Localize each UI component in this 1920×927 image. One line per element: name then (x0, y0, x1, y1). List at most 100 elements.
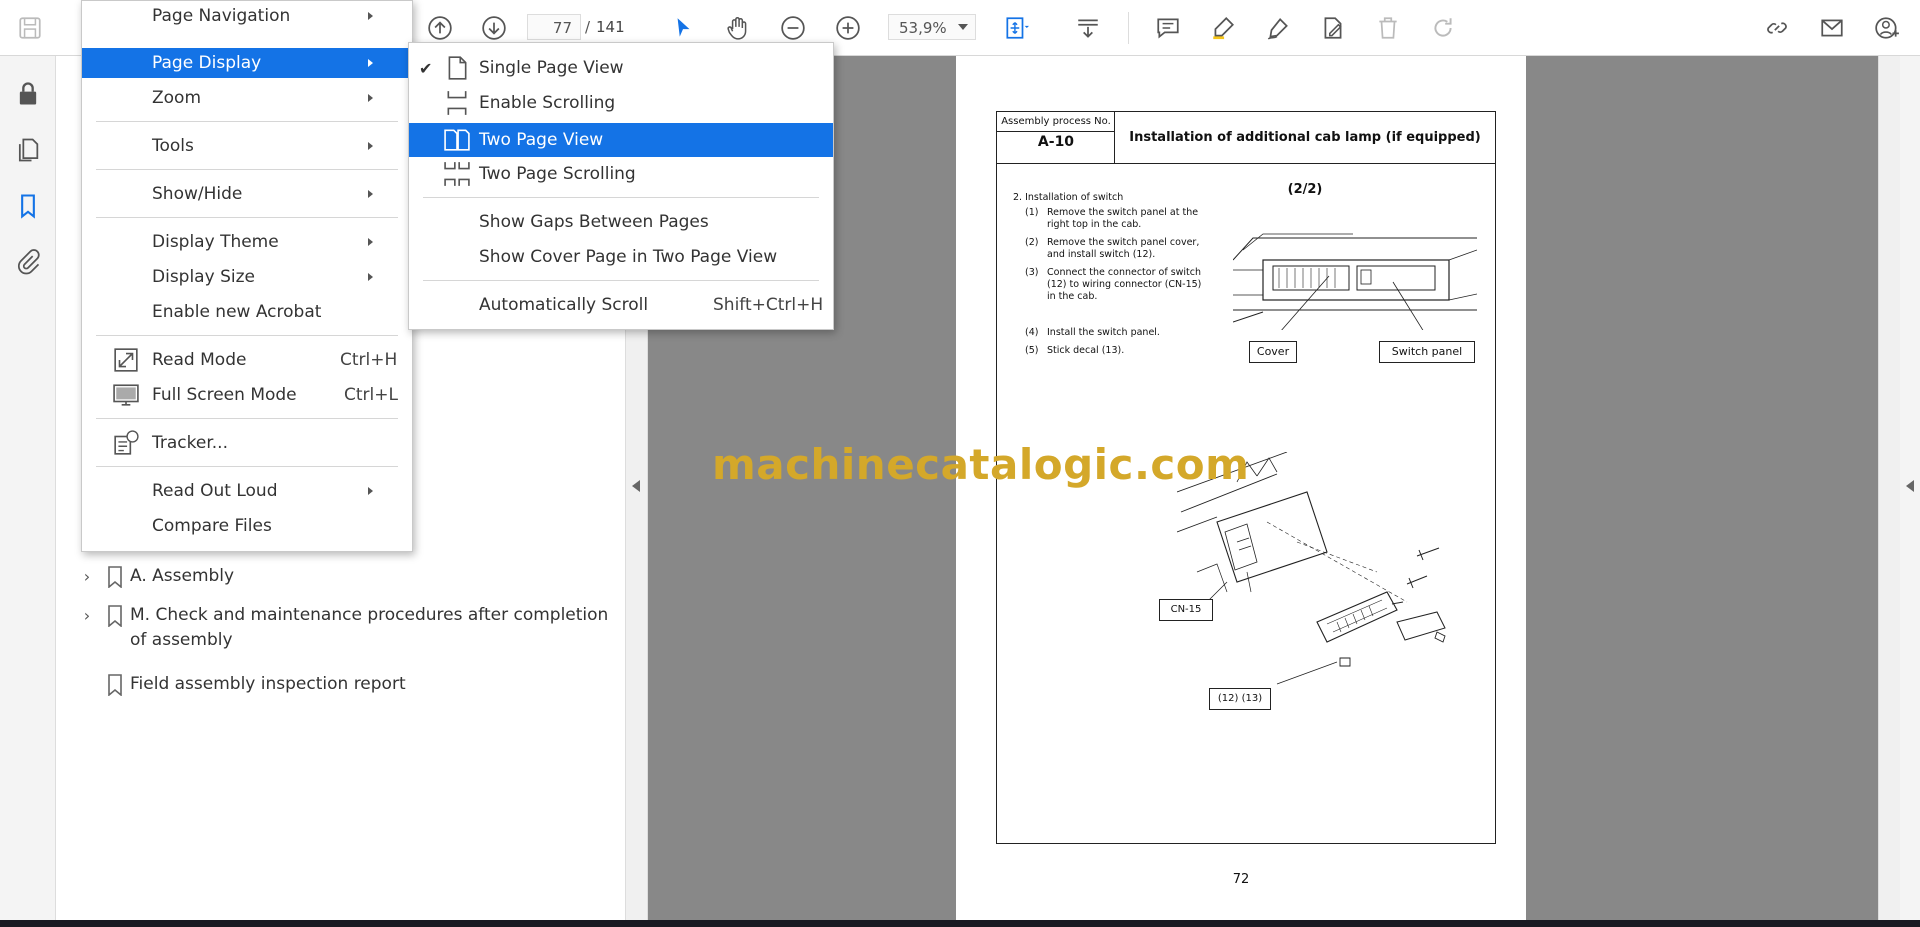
menu-item-shortcut: Shift+Ctrl+H (713, 295, 824, 315)
menu-item-full-screen-mode[interactable]: Full Screen Mode Ctrl+L (82, 380, 412, 410)
attachments-icon[interactable] (10, 244, 46, 280)
menu-separator (423, 280, 819, 281)
step-number: (1) (1025, 207, 1039, 218)
page-thumbnails-icon[interactable] (10, 132, 46, 168)
zoom-out-button[interactable] (777, 12, 809, 44)
menu-item-label: Read Mode (152, 350, 247, 370)
menu-item-label: Compare Files (152, 516, 272, 536)
cover-callout: Cover (1249, 341, 1297, 363)
step-number: (2) (1025, 237, 1039, 248)
menu-item-read-out-loud[interactable]: Read Out Loud (82, 476, 412, 506)
menu-item-page-navigation[interactable]: Page Navigation (82, 1, 412, 31)
menu-item-label: Display Size (152, 267, 255, 287)
bookmark-item[interactable]: › A. Assembly (74, 564, 610, 589)
submenu-arrow-icon (368, 487, 373, 495)
select-tool-icon[interactable] (667, 12, 699, 44)
menu-separator (96, 335, 398, 336)
vertical-scrollbar[interactable] (1878, 56, 1900, 920)
menu-item-automatically-scroll[interactable]: Automatically Scroll Shift+Ctrl+H (409, 290, 833, 320)
process-number: A-10 (1037, 134, 1075, 150)
delete-icon[interactable] (1372, 12, 1404, 44)
taskbar-strip (0, 920, 1920, 927)
toolbar-divider (1128, 12, 1129, 44)
menu-item-label: Page Navigation (152, 6, 291, 26)
section-heading: 2. Installation of switch (1013, 192, 1124, 203)
menu-item-two-page-view[interactable]: Two Page View (409, 123, 833, 157)
menu-item-label: Tools (152, 136, 194, 156)
account-icon[interactable] (1871, 12, 1903, 44)
menu-separator (96, 217, 398, 218)
menu-item-page-display[interactable]: Page Display (82, 48, 412, 78)
chevron-left-icon (1906, 480, 1914, 492)
comment-icon[interactable] (1152, 12, 1184, 44)
exploded-view-illustration (1177, 452, 1446, 685)
bookmark-item[interactable]: › M. Check and maintenance procedures af… (74, 603, 610, 653)
switch-panel-illustration (1233, 233, 1477, 330)
share-link-icon[interactable] (1761, 12, 1793, 44)
menu-item-read-mode[interactable]: Read Mode Ctrl+H (82, 345, 412, 375)
menu-item-label: Page Display (152, 53, 262, 73)
edit-pdf-icon[interactable] (1317, 12, 1349, 44)
menu-item-show-hide[interactable]: Show/Hide (82, 179, 412, 209)
fit-page-icon[interactable] (1000, 12, 1032, 44)
navigation-rail (0, 56, 56, 920)
menu-separator (96, 466, 398, 467)
menu-item-enable-new-acrobat[interactable]: Enable new Acrobat (82, 297, 412, 327)
single-page-icon (443, 54, 471, 82)
menu-item-label: Show Gaps Between Pages (479, 212, 709, 232)
bookmarks-icon[interactable] (10, 188, 46, 224)
highlight-pen-icon[interactable] (1207, 12, 1239, 44)
page-total: 141 (596, 18, 625, 36)
two-page-scrolling-icon (443, 160, 471, 188)
sign-icon[interactable] (1262, 12, 1294, 44)
right-panel-toggle[interactable] (1900, 56, 1920, 920)
step-number: (5) (1025, 345, 1039, 356)
scrolling-mode-icon[interactable] (1072, 12, 1104, 44)
menu-separator (96, 169, 398, 170)
step-text: Remove the switch panel cover, and insta… (1047, 237, 1200, 260)
submenu-arrow-icon (368, 12, 373, 20)
tracker-icon (112, 429, 140, 457)
process-number-label: Assembly process No. (997, 112, 1115, 132)
bookmark-icon (100, 564, 130, 589)
chevron-down-icon[interactable] (958, 24, 968, 30)
chevron-right-icon[interactable]: › (74, 603, 100, 628)
menu-item-show-gaps[interactable]: Show Gaps Between Pages (409, 207, 833, 237)
save-icon[interactable] (14, 12, 46, 44)
menu-item-label: Read Out Loud (152, 481, 278, 501)
menu-item-label: Show/Hide (152, 184, 243, 204)
menu-item-display-theme[interactable]: Display Theme (82, 227, 412, 257)
zoom-in-button[interactable] (832, 12, 864, 44)
menu-item-two-page-scrolling[interactable]: Two Page Scrolling (409, 159, 833, 189)
menu-item-compare-files[interactable]: Compare Files (82, 511, 412, 541)
menu-item-tracker[interactable]: Tracker... (82, 428, 412, 458)
page-separator: / (585, 18, 591, 36)
bookmark-icon (100, 603, 130, 628)
page-number-input[interactable]: 77 (527, 14, 581, 40)
email-icon[interactable] (1816, 12, 1848, 44)
menu-separator (96, 121, 398, 122)
menu-item-display-size[interactable]: Display Size (82, 262, 412, 292)
step-text: Install the switch panel. (1047, 327, 1160, 338)
lock-icon[interactable] (10, 76, 46, 112)
previous-page-button[interactable] (424, 12, 456, 44)
read-mode-icon (112, 346, 140, 374)
menu-item-zoom[interactable]: Zoom (82, 83, 412, 113)
redo-icon[interactable] (1427, 12, 1459, 44)
two-page-icon (443, 126, 471, 154)
menu-item-tools[interactable]: Tools (82, 131, 412, 161)
menu-item-label: Automatically Scroll (479, 295, 649, 315)
menu-item-enable-scrolling[interactable]: Enable Scrolling (409, 88, 833, 118)
bookmark-label: M. Check and maintenance procedures afte… (130, 605, 609, 650)
next-page-button[interactable] (478, 12, 510, 44)
hand-tool-icon[interactable] (722, 12, 754, 44)
submenu-arrow-icon (368, 273, 373, 281)
bookmark-item[interactable]: Field assembly inspection report (74, 672, 610, 697)
menu-item-show-cover-page[interactable]: Show Cover Page in Two Page View (409, 242, 833, 272)
menu-item-label: Tracker... (152, 433, 228, 453)
menu-separator (96, 418, 398, 419)
menu-item-single-page-view[interactable]: ✔ Single Page View (409, 53, 833, 83)
chevron-right-icon[interactable]: › (74, 564, 100, 589)
submenu-arrow-icon (368, 59, 373, 67)
